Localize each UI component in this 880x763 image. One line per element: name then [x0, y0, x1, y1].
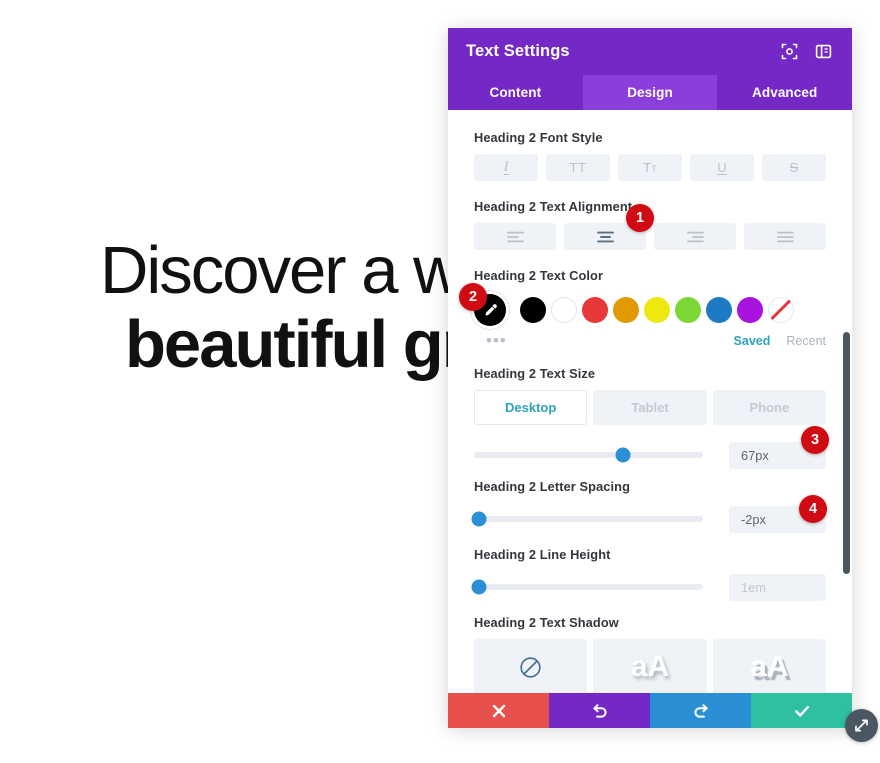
- shadow-soft-glyph: aA: [630, 650, 670, 683]
- swatch-orange[interactable]: [613, 297, 639, 323]
- small-caps-icon[interactable]: TT: [618, 154, 682, 181]
- swatch-red[interactable]: [582, 297, 608, 323]
- field-letter-spacing: Heading 2 Letter Spacing -2px: [471, 479, 826, 535]
- field-text-color: Heading 2 Text Color ••• Saved Recent: [474, 268, 826, 352]
- italic-icon[interactable]: I: [474, 154, 538, 181]
- tab-design[interactable]: Design: [582, 75, 718, 110]
- focus-target-icon[interactable]: [778, 41, 800, 63]
- annotation-badge-2: 2: [459, 283, 487, 311]
- text-color-label: Heading 2 Text Color: [474, 268, 604, 283]
- saved-colors-link[interactable]: Saved: [734, 334, 771, 348]
- panel-footer: [448, 693, 852, 728]
- undo-button[interactable]: [549, 693, 650, 728]
- redo-button[interactable]: [650, 693, 751, 728]
- line-height-label: Heading 2 Line Height: [474, 547, 611, 562]
- line-height-slider-knob[interactable]: [471, 579, 487, 595]
- underline-icon[interactable]: U: [690, 154, 754, 181]
- text-size-label: Heading 2 Text Size: [474, 366, 596, 381]
- panel-title: Text Settings: [466, 42, 570, 60]
- shadow-soft-icon[interactable]: aA: [593, 639, 707, 693]
- align-right-icon[interactable]: [654, 223, 736, 250]
- recent-colors-link[interactable]: Recent: [786, 334, 826, 348]
- field-text-size: Heading 2 Text Size Desktop Tablet Phone…: [474, 366, 826, 471]
- field-text-shadow: Heading 2 Text Shadow aA aA: [474, 615, 826, 693]
- swatch-purple[interactable]: [737, 297, 763, 323]
- resize-icon[interactable]: [845, 709, 878, 742]
- device-tab-desktop[interactable]: Desktop: [474, 390, 588, 425]
- panel-layout-icon[interactable]: [812, 41, 834, 63]
- device-tab-phone[interactable]: Phone: [712, 390, 826, 425]
- field-line-height: Heading 2 Line Height 1em: [471, 547, 826, 603]
- swatch-green[interactable]: [675, 297, 701, 323]
- swatch-blue[interactable]: [706, 297, 732, 323]
- swatch-yellow[interactable]: [644, 297, 670, 323]
- save-button[interactable]: [751, 693, 852, 728]
- shadow-hard-icon[interactable]: aA: [712, 639, 826, 693]
- more-colors-icon[interactable]: •••: [474, 332, 718, 349]
- text-shadow-label: Heading 2 Text Shadow: [474, 615, 619, 630]
- swatch-white[interactable]: [551, 297, 577, 323]
- shadow-hard-glyph: aA: [750, 650, 789, 683]
- annotation-badge-3: 3: [801, 426, 829, 454]
- swatch-black[interactable]: [520, 297, 546, 323]
- letter-spacing-label: Heading 2 Letter Spacing: [474, 479, 630, 494]
- panel-scrollbar[interactable]: [843, 332, 850, 574]
- panel-header: Text Settings: [448, 28, 852, 75]
- letter-spacing-slider[interactable]: [471, 511, 703, 527]
- text-shadow-options: aA aA: [474, 639, 826, 693]
- line-height-value[interactable]: 1em: [729, 573, 826, 601]
- annotation-badge-1: 1: [626, 204, 654, 232]
- text-size-slider[interactable]: [474, 447, 703, 463]
- line-height-slider[interactable]: [471, 579, 703, 595]
- tab-content[interactable]: Content: [448, 75, 583, 110]
- uppercase-icon[interactable]: TT: [546, 154, 610, 181]
- field-font-style: Heading 2 Font Style I TT TT U S: [474, 130, 826, 181]
- device-tabs: Desktop Tablet Phone: [474, 390, 826, 425]
- letter-spacing-slider-row: -2px: [471, 503, 826, 535]
- tab-advanced[interactable]: Advanced: [717, 75, 852, 110]
- panel-body: Heading 2 Font Style I TT TT U S Heading…: [448, 110, 852, 693]
- text-size-slider-row: 67px: [474, 439, 826, 471]
- device-tab-tablet[interactable]: Tablet: [593, 390, 707, 425]
- align-justify-icon[interactable]: [744, 223, 826, 250]
- screen: Discover a wo beautiful gr Text Settings: [0, 0, 880, 763]
- annotation-badge-4: 4: [799, 495, 827, 523]
- text-settings-panel: Text Settings Content Design Advanced He…: [448, 28, 852, 728]
- no-shadow-icon[interactable]: [474, 639, 588, 693]
- align-left-icon[interactable]: [474, 223, 556, 250]
- text-color-swatches: [474, 292, 826, 328]
- line-height-slider-row: 1em: [471, 571, 826, 603]
- text-size-slider-knob[interactable]: [615, 447, 631, 463]
- strikethrough-icon[interactable]: S: [762, 154, 826, 181]
- letter-spacing-slider-knob[interactable]: [471, 511, 487, 527]
- font-style-label: Heading 2 Font Style: [474, 130, 603, 145]
- font-style-options: I TT TT U S: [474, 154, 826, 181]
- cancel-button[interactable]: [448, 693, 549, 728]
- color-meta-row: ••• Saved Recent: [474, 330, 826, 352]
- panel-tabbar: Content Design Advanced: [448, 75, 852, 110]
- swatch-none[interactable]: [768, 297, 794, 323]
